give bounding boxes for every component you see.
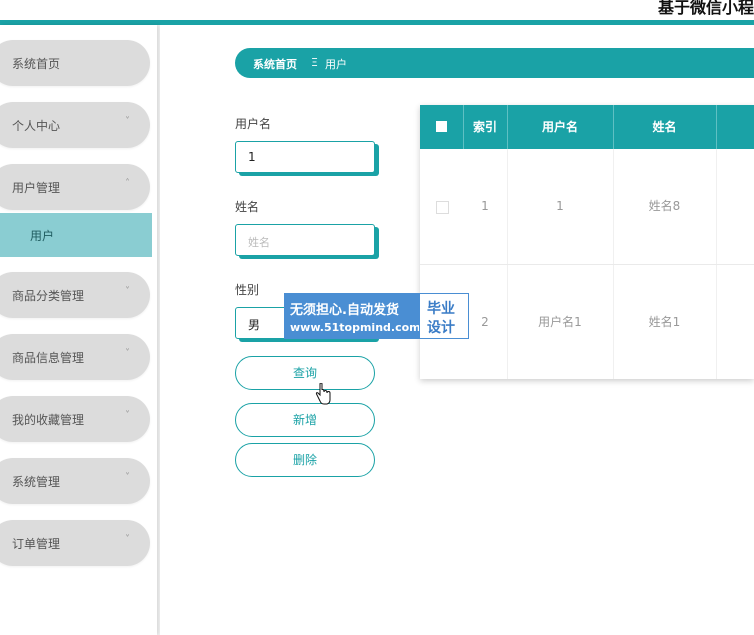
breadcrumb-current: 用户 bbox=[325, 58, 347, 71]
sidebar-item-system-management[interactable]: 系统管理 ˅ bbox=[0, 458, 150, 504]
watermark-badge-line2: 设计 bbox=[427, 320, 455, 336]
breadcrumb-home[interactable]: 系统首页 bbox=[253, 56, 297, 72]
user-table: 索引 用户名 姓名 1 1 姓名8 2 用户名1 姓名1 bbox=[420, 105, 754, 379]
sidebar-item-favorites-management[interactable]: 我的收藏管理 ˅ bbox=[0, 396, 150, 442]
watermark-url: www.51topmind.com bbox=[290, 321, 421, 334]
chevron-down-icon: ˅ bbox=[125, 116, 130, 127]
watermark-overlay: 无须担心.自动发货 www.51topmind.com 毕业 设计 bbox=[284, 293, 469, 339]
watermark-banner: 无须担心.自动发货 www.51topmind.com bbox=[284, 293, 421, 339]
row-index: 1 bbox=[463, 149, 508, 264]
column-header-index[interactable]: 索引 bbox=[463, 105, 508, 149]
row-name: 姓名8 bbox=[613, 149, 717, 264]
username-input-value: 1 bbox=[248, 150, 256, 164]
sidebar-item-order-management[interactable]: 订单管理 ˅ bbox=[0, 520, 150, 566]
chevron-up-icon: ˄ bbox=[125, 178, 130, 189]
gender-label: 性别 bbox=[235, 283, 260, 297]
hand-cursor-icon bbox=[315, 383, 331, 405]
sidebar-item-product-management[interactable]: 商品信息管理 ˅ bbox=[0, 334, 150, 380]
username-input[interactable]: 1 bbox=[235, 141, 375, 173]
sidebar-item-label: 商品信息管理 bbox=[12, 351, 85, 365]
add-button[interactable]: 新增 bbox=[235, 403, 375, 437]
breadcrumb: 系统首页 Ξ 用户 bbox=[235, 48, 754, 78]
name-label: 姓名 bbox=[235, 200, 260, 214]
sidebar-item-user-management[interactable]: 用户管理 ˄ bbox=[0, 164, 150, 210]
query-button[interactable]: 查询 bbox=[235, 356, 375, 390]
row-index: 2 bbox=[463, 265, 508, 379]
sidebar-item-label: 我的收藏管理 bbox=[12, 413, 85, 427]
breadcrumb-separator-icon: Ξ bbox=[311, 56, 318, 69]
select-all-cell bbox=[420, 105, 464, 149]
sidebar: 系统首页 个人中心 ˅ 用户管理 ˄ 用户 商品分类管理 ˅ 商品信息管理 ˅ … bbox=[0, 25, 157, 635]
chevron-down-icon: ˅ bbox=[125, 472, 130, 483]
row-username: 用户名1 bbox=[507, 265, 614, 379]
sidebar-item-home[interactable]: 系统首页 bbox=[0, 40, 150, 86]
chevron-down-icon: ˅ bbox=[125, 534, 130, 545]
watermark-badge-line1: 毕业 bbox=[427, 301, 455, 317]
chevron-down-icon: ˅ bbox=[125, 348, 130, 359]
sidebar-item-label: 订单管理 bbox=[12, 537, 61, 551]
column-header-username[interactable]: 用户名 bbox=[507, 105, 614, 149]
sidebar-item-label: 系统管理 bbox=[12, 475, 61, 489]
column-header-name[interactable]: 姓名 bbox=[613, 105, 717, 149]
chevron-down-icon: ˅ bbox=[125, 410, 130, 421]
watermark-badge: 毕业 设计 bbox=[419, 293, 469, 339]
gender-select-value: 男 bbox=[248, 318, 261, 332]
sidebar-item-label: 系统首页 bbox=[12, 57, 61, 71]
sidebar-item-category-management[interactable]: 商品分类管理 ˅ bbox=[0, 272, 150, 318]
app-title: 基于微信小程 bbox=[657, 0, 754, 17]
sidebar-item-personal-center[interactable]: 个人中心 ˅ bbox=[0, 102, 150, 148]
sidebar-item-label: 用户管理 bbox=[12, 181, 61, 195]
table-header: 索引 用户名 姓名 bbox=[420, 105, 754, 149]
sidebar-subitem-label: 用户 bbox=[30, 229, 55, 243]
row-name: 姓名1 bbox=[613, 265, 717, 379]
name-input[interactable]: 姓名 bbox=[235, 224, 375, 256]
sidebar-item-label: 商品分类管理 bbox=[12, 289, 85, 303]
name-input-placeholder: 姓名 bbox=[248, 236, 270, 249]
delete-button[interactable]: 删除 bbox=[235, 443, 375, 477]
select-all-checkbox[interactable] bbox=[436, 121, 447, 132]
watermark-line1: 无须担心.自动发货 bbox=[290, 303, 399, 318]
row-username: 1 bbox=[507, 149, 614, 264]
username-label: 用户名 bbox=[235, 117, 272, 131]
column-header-extra bbox=[716, 105, 754, 149]
sidebar-item-label: 个人中心 bbox=[12, 119, 61, 133]
chevron-down-icon: ˅ bbox=[125, 286, 130, 297]
top-header: 基于微信小程 bbox=[0, 0, 754, 25]
sidebar-subitem-user[interactable]: 用户 bbox=[0, 213, 152, 257]
row-checkbox[interactable] bbox=[436, 201, 449, 214]
